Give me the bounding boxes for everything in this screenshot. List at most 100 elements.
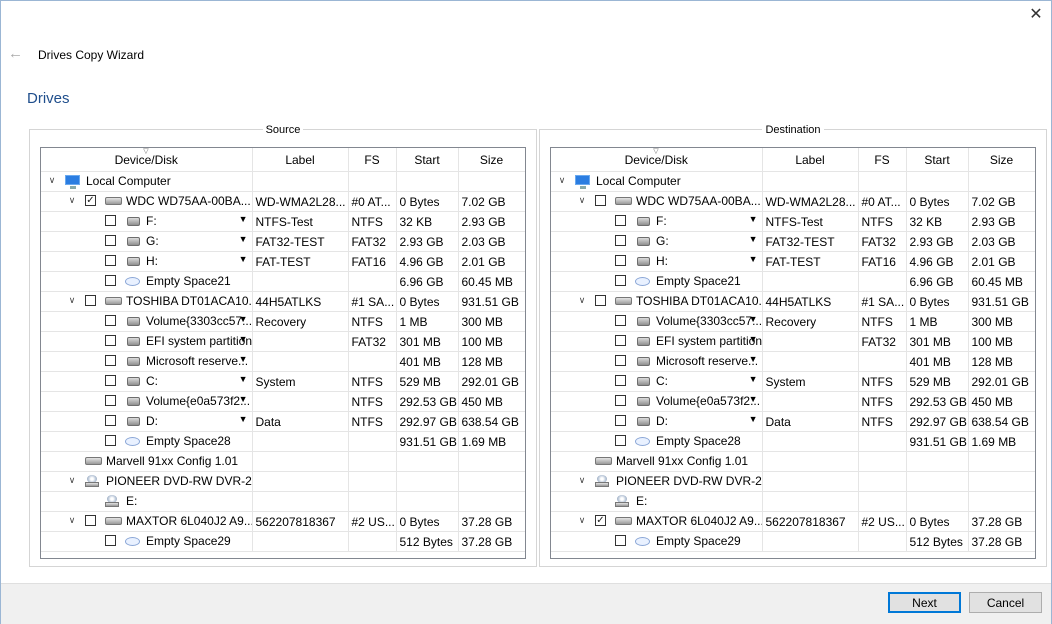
tree-row[interactable]: F: ▼ NTFS-Test NTFS 32 KB 2.93 GB [551,211,1035,232]
dropdown-arrow-icon[interactable]: ▼ [239,234,248,244]
tree-row[interactable]: H: ▼ FAT-TEST FAT16 4.96 GB 2.01 GB [41,251,525,272]
row-checkbox[interactable] [105,535,116,546]
tree-row[interactable]: ∨ PIONEER DVD-RW DVR-2... [551,471,1035,492]
row-checkbox[interactable] [615,415,626,426]
tree-row[interactable]: G: ▼ FAT32-TEST FAT32 2.93 GB 2.03 GB [551,231,1035,252]
device-cell[interactable]: Volume{e0a573f2... ▼ [41,391,253,412]
tree-row[interactable]: Empty Space29 512 Bytes 37.28 GB [41,531,525,552]
column-header-fs[interactable]: FS [858,148,907,172]
device-cell[interactable]: ∨ PIONEER DVD-RW DVR-2... [41,471,253,492]
dropdown-arrow-icon[interactable]: ▼ [239,414,248,424]
row-checkbox[interactable] [595,195,606,206]
device-cell[interactable]: ∨ WDC WD75AA-00BA... [551,191,763,212]
device-cell[interactable]: ∨ TOSHIBA DT01ACA10... [41,291,253,312]
tree-row[interactable]: ∨ MAXTOR 6L040J2 A9... 562207818367 #2 US..… [41,511,525,532]
destination-tree[interactable]: ▽ Device/Disk Label FS Start Size ∨ Local … [550,147,1036,559]
tree-row[interactable]: ∨ WDC WD75AA-00BA... WD-WMA2L28... #0 AT...… [551,191,1035,212]
tree-row[interactable]: ∨ TOSHIBA DT01ACA10... 44H5ATLKS #1 SA... 0 … [551,291,1035,312]
tree-row[interactable]: C: ▼ System NTFS 529 MB 292.01 GB [41,371,525,392]
device-cell[interactable]: E: [551,491,763,512]
tree-row[interactable]: D: ▼ Data NTFS 292.97 GB 638.54 GB [41,411,525,432]
tree-row[interactable]: F: ▼ NTFS-Test NTFS 32 KB 2.93 GB [41,211,525,232]
row-checkbox[interactable] [615,375,626,386]
tree-row[interactable]: Microsoft reserve... ▼ 401 MB 128 MB [41,351,525,372]
device-cell[interactable]: Volume{3303cc57... ▼ [41,311,253,332]
column-header-label[interactable]: Label [252,148,349,172]
device-cell[interactable]: Empty Space21 [41,271,253,292]
expand-chevron-icon[interactable]: ∨ [577,475,587,485]
tree-row[interactable]: E: [41,491,525,512]
row-checkbox[interactable] [105,255,116,266]
dropdown-arrow-icon[interactable]: ▼ [239,374,248,384]
tree-row[interactable]: Volume{3303cc57... ▼ Recovery NTFS 1 MB 300 M… [41,311,525,332]
column-header-device[interactable]: ▽ Device/Disk [551,148,763,172]
row-checkbox[interactable] [615,395,626,406]
dropdown-arrow-icon[interactable]: ▼ [749,254,758,264]
row-checkbox[interactable] [105,315,116,326]
device-cell[interactable]: ∨ Local Computer [41,171,253,192]
device-cell[interactable]: EFI system partition ▼ [551,331,763,352]
column-header-start[interactable]: Start [906,148,969,172]
device-cell[interactable]: D: ▼ [41,411,253,432]
expand-chevron-icon[interactable]: ∨ [577,515,587,525]
device-cell[interactable]: Empty Space29 [551,531,763,552]
device-cell[interactable]: H: ▼ [41,251,253,272]
dropdown-arrow-icon[interactable]: ▼ [749,314,758,324]
row-checkbox[interactable] [615,275,626,286]
row-checkbox[interactable] [85,295,96,306]
tree-row[interactable]: ∨ ✓ MAXTOR 6L040J2 A9... 562207818367 #2 US.… [551,511,1035,532]
tree-row[interactable]: H: ▼ FAT-TEST FAT16 4.96 GB 2.01 GB [551,251,1035,272]
column-header-label[interactable]: Label [762,148,859,172]
row-checkbox[interactable] [105,215,116,226]
device-cell[interactable]: EFI system partition ▼ [41,331,253,352]
tree-row[interactable]: Empty Space21 6.96 GB 60.45 MB [41,271,525,292]
row-checkbox[interactable] [105,235,116,246]
tree-row[interactable]: ∨ ✓ WDC WD75AA-00BA... WD-WMA2L28... #0 AT..… [41,191,525,212]
expand-chevron-icon[interactable]: ∨ [67,295,77,305]
row-checkbox[interactable] [615,435,626,446]
tree-row[interactable]: Empty Space29 512 Bytes 37.28 GB [551,531,1035,552]
row-checkbox[interactable] [105,435,116,446]
device-cell[interactable]: F: ▼ [551,211,763,232]
expand-chevron-icon[interactable]: ∨ [67,475,77,485]
device-cell[interactable]: D: ▼ [551,411,763,432]
close-icon[interactable]: ✕ [1025,3,1047,25]
column-header-device[interactable]: ▽ Device/Disk [41,148,253,172]
expand-chevron-icon[interactable]: ∨ [557,175,567,185]
tree-row[interactable]: ∨ Local Computer [551,171,1035,192]
dropdown-arrow-icon[interactable]: ▼ [239,394,248,404]
device-cell[interactable]: ∨ Local Computer [551,171,763,192]
row-checkbox[interactable] [615,235,626,246]
expand-chevron-icon[interactable]: ∨ [67,195,77,205]
tree-row[interactable]: EFI system partition ▼ FAT32 301 MB 100 MB [551,331,1035,352]
source-tree[interactable]: ▽ Device/Disk Label FS Start Size ∨ Local … [40,147,526,559]
tree-row[interactable]: G: ▼ FAT32-TEST FAT32 2.93 GB 2.03 GB [41,231,525,252]
next-button[interactable]: Next [888,592,961,613]
dropdown-arrow-icon[interactable]: ▼ [749,334,758,344]
device-cell[interactable]: Volume{3303cc57... ▼ [551,311,763,332]
dropdown-arrow-icon[interactable]: ▼ [749,374,758,384]
device-cell[interactable]: ∨ ✓ WDC WD75AA-00BA... [41,191,253,212]
device-cell[interactable]: Empty Space29 [41,531,253,552]
tree-row[interactable]: EFI system partition ▼ FAT32 301 MB 100 MB [41,331,525,352]
device-cell[interactable]: ∨ ✓ MAXTOR 6L040J2 A9... [551,511,763,532]
column-header-size[interactable]: Size [968,148,1035,172]
tree-row[interactable]: ∨ PIONEER DVD-RW DVR-2... [41,471,525,492]
column-header-start[interactable]: Start [396,148,459,172]
device-cell[interactable]: ∨ TOSHIBA DT01ACA10... [551,291,763,312]
dropdown-arrow-icon[interactable]: ▼ [239,214,248,224]
row-checkbox[interactable] [595,295,606,306]
device-cell[interactable]: G: ▼ [551,231,763,252]
device-cell[interactable]: ∨ PIONEER DVD-RW DVR-2... [551,471,763,492]
dropdown-arrow-icon[interactable]: ▼ [239,354,248,364]
device-cell[interactable]: Marvell 91xx Config 1.01 [41,451,253,472]
dropdown-arrow-icon[interactable]: ▼ [749,214,758,224]
device-cell[interactable]: Empty Space28 [41,431,253,452]
tree-row[interactable]: Marvell 91xx Config 1.01 [41,451,525,472]
row-checkbox[interactable] [105,355,116,366]
expand-chevron-icon[interactable]: ∨ [67,515,77,525]
row-checkbox[interactable] [615,535,626,546]
dropdown-arrow-icon[interactable]: ▼ [749,394,758,404]
row-checkbox[interactable] [105,395,116,406]
tree-row[interactable]: Volume{e0a573f2... ▼ NTFS 292.53 GB 450 MB [551,391,1035,412]
